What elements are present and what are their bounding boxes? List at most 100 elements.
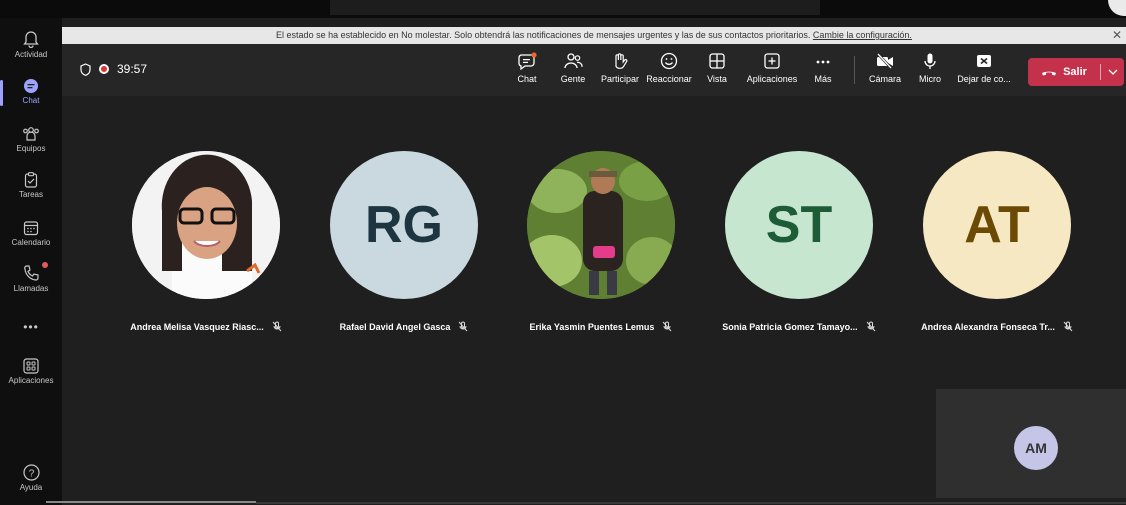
rail-label: Chat <box>22 96 40 105</box>
people-icon <box>564 53 583 69</box>
notification-dot <box>42 262 48 268</box>
rail-item-chat[interactable]: Chat <box>0 78 62 106</box>
participant-tile[interactable]: ST Sonia Patricia Gomez Tamayo... <box>701 151 897 332</box>
help-icon: ? <box>22 464 40 481</box>
leave-button[interactable]: Salir <box>1028 58 1124 86</box>
participant-tile[interactable]: Erika Yasmin Puentes Lemus <box>503 151 699 332</box>
svg-text:?: ? <box>28 468 34 479</box>
rail-item-apps[interactable]: Aplicaciones <box>0 358 62 385</box>
more-icon: ••• <box>23 320 39 334</box>
react-label: Reaccionar <box>646 74 692 84</box>
phone-icon <box>24 265 39 281</box>
banner-settings-link[interactable]: Cambie la configuración. <box>813 30 912 40</box>
title-strip <box>0 0 1126 18</box>
self-view-tile[interactable]: AM <box>936 389 1126 498</box>
avatar-initials: AT <box>964 196 1030 254</box>
bell-icon <box>23 31 39 48</box>
participant-name-text: Andrea Alexandra Fonseca Tr... <box>921 321 1055 332</box>
leave-main[interactable]: Salir <box>1028 58 1100 86</box>
participant-name: Erika Yasmin Puentes Lemus <box>503 321 699 332</box>
participant-avatar: RG <box>330 151 478 299</box>
self-avatar: AM <box>1014 426 1058 470</box>
rail-label: Ayuda <box>19 483 43 492</box>
participant-tile[interactable]: AT Andrea Alexandra Fonseca Tr... <box>899 151 1095 332</box>
rail-item-more[interactable]: ••• <box>0 320 62 334</box>
rail-item-teams[interactable]: Equipos <box>0 126 62 153</box>
chat-icon <box>24 79 38 93</box>
teams-icon <box>23 127 39 141</box>
rail-item-tasks[interactable]: Tareas <box>0 172 62 199</box>
rail-label: Equipos <box>16 144 46 153</box>
participant-avatar: AT <box>923 151 1071 299</box>
toolbar-divider <box>854 56 855 84</box>
shield-icon <box>80 62 91 76</box>
meeting-toolbar: 39:57 Chat Gente Participar Reaccionar V… <box>62 44 1126 96</box>
camera-button[interactable]: Cámara <box>866 52 904 84</box>
rail-label: Tareas <box>18 190 43 199</box>
person-photo-icon <box>527 151 675 299</box>
apps-label: Aplicaciones <box>746 74 798 84</box>
dnd-banner: El estado se ha establecido en No molest… <box>62 27 1126 44</box>
chevron-down-icon <box>1108 69 1117 75</box>
view-button[interactable]: Vista <box>704 52 730 84</box>
mic-off-icon <box>663 321 672 332</box>
participant-name-text: Sonia Patricia Gomez Tamayo... <box>722 321 858 332</box>
raise-hand-button[interactable]: Participar <box>598 52 642 84</box>
view-label: Vista <box>707 74 727 84</box>
rail-item-help[interactable]: ? Ayuda <box>0 464 62 492</box>
recording-icon <box>99 64 109 74</box>
mic-off-icon <box>458 321 468 332</box>
participant-tile[interactable]: Andrea Melisa Vasquez Riasc... <box>108 151 304 332</box>
participant-name-text: Andrea Melisa Vasquez Riasc... <box>130 321 264 332</box>
rail-label: Actividad <box>14 50 48 59</box>
mic-off-icon <box>1063 321 1073 332</box>
apps-icon <box>23 358 39 374</box>
stop-sharing-label: Dejar de co... <box>957 74 1011 84</box>
banner-text: El estado se ha establecido en No molest… <box>276 30 811 40</box>
plus-square-icon <box>764 53 780 69</box>
mic-button[interactable]: Micro <box>916 52 944 84</box>
stop-sharing-button[interactable]: Dejar de co... <box>956 52 1012 84</box>
rail-item-calendar[interactable]: Calendario <box>0 220 62 247</box>
self-initials: AM <box>1025 440 1047 456</box>
rail-item-activity[interactable]: Actividad <box>0 30 62 59</box>
more-label: Más <box>814 74 832 84</box>
chat-label: Chat <box>517 74 537 84</box>
close-icon[interactable]: ✕ <box>1112 27 1122 44</box>
rail-label: Calendario <box>11 238 51 247</box>
mic-icon <box>924 53 936 69</box>
mic-label: Micro <box>919 74 941 84</box>
participant-name-text: Erika Yasmin Puentes Lemus <box>529 321 655 332</box>
grid-icon <box>709 53 725 69</box>
rail-label: Llamadas <box>13 284 49 293</box>
rail-item-calls[interactable]: Llamadas <box>0 262 62 293</box>
taskbar-indicator <box>46 501 256 503</box>
avatar-initials: ST <box>765 196 833 254</box>
more-button[interactable]: Más <box>810 52 836 84</box>
participant-tile[interactable]: RG Rafael David Angel Gasca <box>306 151 502 332</box>
leave-dropdown[interactable] <box>1101 58 1124 86</box>
camera-label: Cámara <box>868 74 901 84</box>
avatar-initials: RG <box>365 196 443 254</box>
participant-name: Sonia Patricia Gomez Tamayo... <box>701 321 897 332</box>
react-button[interactable]: Reaccionar <box>646 52 692 84</box>
window-corner <box>1108 0 1126 16</box>
timer-text: 39:57 <box>117 62 148 76</box>
leave-label: Salir <box>1063 66 1087 78</box>
participant-name: Rafael David Angel Gasca <box>306 321 502 332</box>
mic-off-icon <box>866 321 876 332</box>
participant-name: Andrea Alexandra Fonseca Tr... <box>899 321 1095 332</box>
participant-avatar: ST <box>725 151 873 299</box>
mic-off-icon <box>272 321 282 332</box>
title-bar-center <box>330 0 820 15</box>
bottom-edge <box>256 502 1126 504</box>
rail-label: Aplicaciones <box>8 376 54 385</box>
app-rail: Actividad Chat Equipos Tareas Calendario… <box>0 18 62 505</box>
apps-button[interactable]: Aplicaciones <box>742 52 802 84</box>
chat-button[interactable]: Chat <box>512 52 542 84</box>
calendar-icon <box>23 221 39 236</box>
more-icon <box>816 60 830 64</box>
raise-hand-label: Participar <box>600 74 639 84</box>
people-button[interactable]: Gente <box>556 52 590 84</box>
smile-icon <box>660 52 678 70</box>
